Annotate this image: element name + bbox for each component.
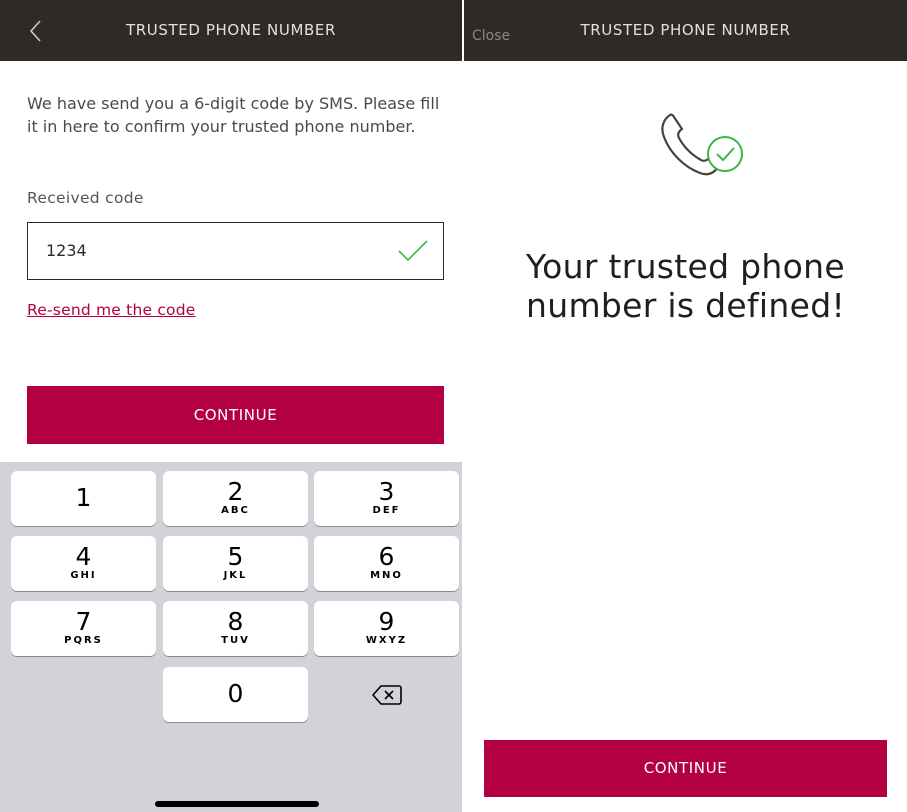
key-1[interactable]: 1	[11, 471, 156, 526]
instruction-text: We have send you a 6-digit code by SMS. …	[27, 94, 440, 136]
code-entry-screen: TRUSTED PHONE NUMBER We have send you a …	[0, 0, 462, 812]
home-indicator	[155, 801, 319, 807]
key-letters: GHI	[70, 570, 97, 581]
code-input[interactable]	[46, 223, 376, 278]
success-screen: Close TRUSTED PHONE NUMBER Your trusted …	[464, 0, 907, 812]
key-digit: 5	[227, 542, 244, 571]
backspace-icon	[372, 685, 402, 705]
key-letters: JKL	[223, 570, 248, 581]
key-digit: 1	[75, 483, 92, 512]
resend-code-link[interactable]: Re-send me the code	[27, 301, 196, 319]
key-2[interactable]: 2 ABC	[163, 471, 308, 526]
continue-button[interactable]: CONTINUE	[484, 740, 887, 797]
key-8[interactable]: 8 TUV	[163, 601, 308, 656]
key-letters: ABC	[221, 505, 250, 516]
check-icon	[398, 240, 428, 262]
code-field[interactable]	[27, 222, 444, 280]
key-letters: TUV	[221, 635, 250, 646]
key-letters: DEF	[372, 505, 401, 516]
key-digit: 6	[378, 542, 395, 571]
continue-button[interactable]: CONTINUE	[27, 386, 444, 444]
key-letters: PQRS	[64, 635, 103, 646]
received-code-label: Received code	[27, 189, 144, 207]
key-4[interactable]: 4 GHI	[11, 536, 156, 591]
key-digit: 9	[378, 607, 395, 636]
key-9[interactable]: 9 WXYZ	[314, 601, 459, 656]
key-digit: 4	[75, 542, 92, 571]
success-message: Your trusted phone number is defined!	[526, 247, 845, 325]
key-7[interactable]: 7 PQRS	[11, 601, 156, 656]
header-bar: TRUSTED PHONE NUMBER	[0, 0, 462, 61]
header-bar: Close TRUSTED PHONE NUMBER	[464, 0, 907, 61]
key-digit: 2	[227, 477, 244, 506]
key-6[interactable]: 6 MNO	[314, 536, 459, 591]
phone-check-icon	[661, 113, 743, 176]
key-letters: MNO	[370, 570, 403, 581]
key-3[interactable]: 3 DEF	[314, 471, 459, 526]
numeric-keypad: 1 2 ABC 3 DEF 4 GHI 5 JKL 6 MNO 7 PQRS 8…	[0, 462, 462, 812]
key-5[interactable]: 5 JKL	[163, 536, 308, 591]
key-letters: WXYZ	[365, 635, 408, 646]
delete-key[interactable]	[314, 667, 459, 722]
key-digit: 3	[378, 477, 395, 506]
page-title: TRUSTED PHONE NUMBER	[580, 21, 791, 39]
key-digit: 8	[227, 607, 244, 636]
page-title: TRUSTED PHONE NUMBER	[126, 21, 336, 39]
key-digit: 7	[75, 607, 92, 636]
key-digit: 0	[227, 679, 244, 708]
key-0[interactable]: 0	[163, 667, 308, 722]
